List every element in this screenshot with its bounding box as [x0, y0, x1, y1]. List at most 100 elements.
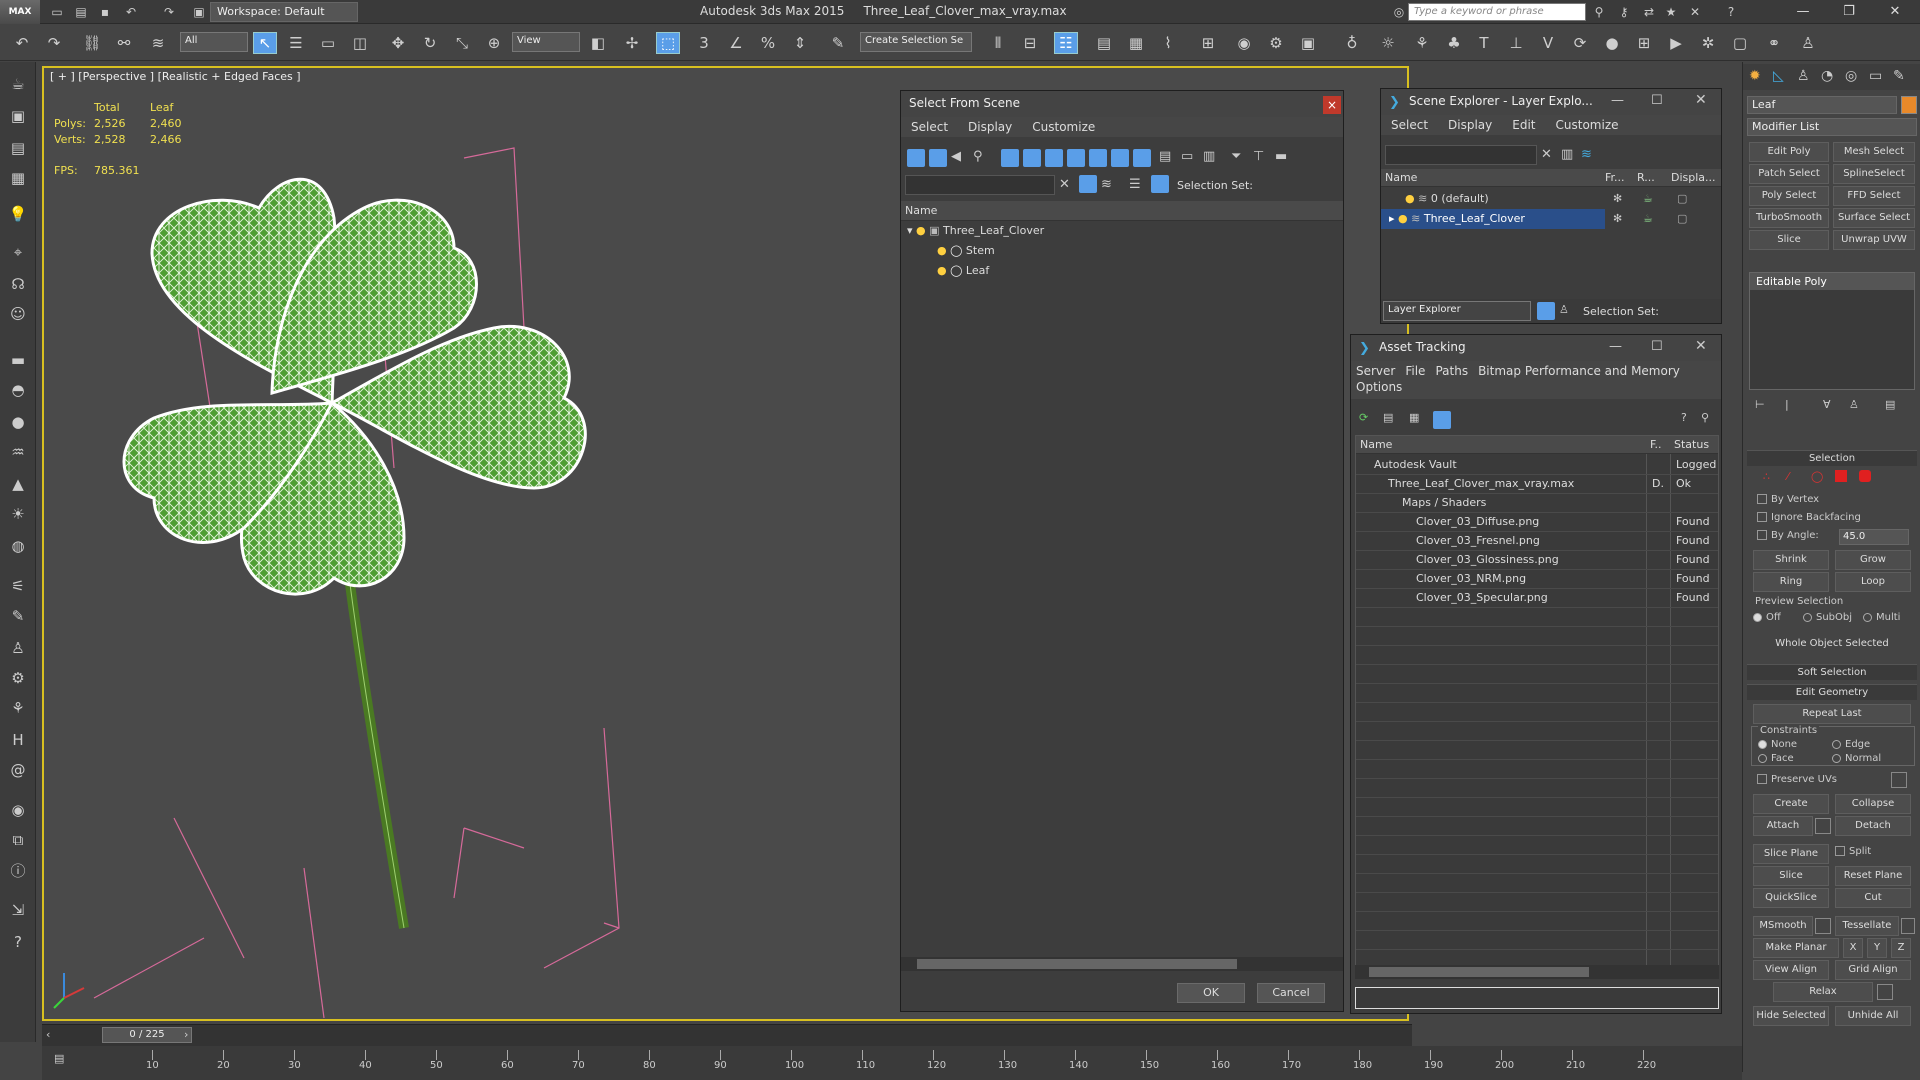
selection-filter-dropdown[interactable]: All: [180, 32, 248, 52]
asset-row[interactable]: Maps / Shaders: [1356, 494, 1718, 513]
preview-off-radio[interactable]: Off: [1753, 612, 1781, 623]
slice-button[interactable]: Slice: [1753, 866, 1829, 886]
hierarchy-icon[interactable]: ♙: [1559, 303, 1569, 316]
menu-customize[interactable]: Customize: [1022, 117, 1105, 137]
loop-button[interactable]: Loop: [1835, 572, 1911, 592]
layer-filter-icon[interactable]: ≋: [1581, 147, 1592, 162]
link-icon[interactable]: ⛓: [80, 32, 104, 54]
people-icon[interactable]: ☺: [6, 302, 30, 326]
window-crossing-icon[interactable]: ◫: [348, 32, 372, 54]
selection-rollout-header[interactable]: Selection: [1747, 450, 1917, 466]
display-tab-icon[interactable]: ◎: [1845, 68, 1857, 84]
display-lights-icon[interactable]: ◀: [951, 149, 961, 164]
surface-select-button[interactable]: Surface Select: [1833, 208, 1915, 228]
preserve-uvs-checkbox[interactable]: Preserve UVs: [1757, 774, 1837, 785]
column-status[interactable]: Status: [1674, 438, 1709, 451]
rectangular-selection-icon[interactable]: ▭: [316, 32, 340, 54]
list-view-icon[interactable]: ▤: [1383, 411, 1393, 424]
grid-icon[interactable]: ⊞: [1632, 32, 1656, 54]
tree-item-leaf[interactable]: ● ◯ Leaf: [901, 261, 1343, 281]
mirror-icon[interactable]: ⫴: [986, 32, 1010, 54]
question-icon[interactable]: ?: [6, 930, 30, 954]
column-name[interactable]: Name: [1385, 171, 1417, 184]
column-frozen[interactable]: Fr...: [1605, 171, 1625, 184]
material-editor-icon[interactable]: ◉: [1232, 32, 1256, 54]
display-xrefs-icon[interactable]: [1067, 149, 1085, 167]
planar-x-button[interactable]: X: [1843, 938, 1863, 958]
collapse-button[interactable]: Collapse: [1835, 794, 1911, 814]
scene-explorer-icon[interactable]: ☷: [1054, 32, 1078, 54]
help-icon[interactable]: ?: [1681, 411, 1687, 424]
render-teapot-icon[interactable]: ☕: [1643, 192, 1653, 205]
make-planar-button[interactable]: Make Planar: [1753, 938, 1839, 958]
display-invert-icon[interactable]: ▥: [1203, 149, 1215, 164]
grass-icon[interactable]: ⚘: [6, 696, 30, 720]
repeat-last-button[interactable]: Repeat Last: [1753, 704, 1911, 724]
angle-snap-icon[interactable]: ∠: [724, 32, 748, 54]
relax-settings-icon[interactable]: [1877, 984, 1893, 1000]
sunlight-icon[interactable]: ☀: [6, 502, 30, 526]
ignore-backfacing-checkbox[interactable]: Ignore Backfacing: [1757, 512, 1861, 523]
sphere-icon[interactable]: ●: [1600, 32, 1624, 54]
close-button[interactable]: ✕: [1880, 2, 1910, 22]
unhide-all-button[interactable]: Unhide All: [1835, 1006, 1911, 1026]
menu-file[interactable]: File: [1400, 363, 1430, 379]
layer-row-default[interactable]: ● ≋ 0 (default) ✻ ☕ ▢: [1381, 189, 1721, 209]
select-manipulate-icon[interactable]: ✢: [620, 32, 644, 54]
app-logo[interactable]: MAX: [0, 0, 40, 24]
constraint-normal-radio[interactable]: Normal: [1832, 753, 1881, 764]
frame-counter[interactable]: 0 / 225: [102, 1027, 192, 1043]
wrench-icon[interactable]: ✎: [1893, 68, 1905, 84]
undo-icon[interactable]: ↶: [10, 32, 34, 54]
display-cameras-icon[interactable]: ⚲: [973, 149, 983, 164]
quickslice-button[interactable]: QuickSlice: [1753, 888, 1829, 908]
ok-button[interactable]: OK: [1177, 983, 1245, 1003]
cone-icon[interactable]: ▲: [6, 472, 30, 496]
pin-icon[interactable]: ⚲: [1701, 411, 1709, 424]
modify-tab-icon[interactable]: ◺: [1773, 68, 1784, 84]
bulb-icon[interactable]: ♙: [1796, 32, 1820, 54]
ring-button[interactable]: Ring: [1753, 572, 1829, 592]
asset-horizontal-scrollbar[interactable]: [1355, 965, 1719, 979]
redo-icon[interactable]: ↷: [160, 3, 178, 21]
tessellate-settings-icon[interactable]: [1901, 918, 1915, 934]
layer-filter-icon[interactable]: ≋: [1101, 177, 1112, 192]
table-icon[interactable]: ▦: [6, 166, 30, 190]
search-field[interactable]: [905, 175, 1055, 195]
attach-list-icon[interactable]: [1815, 818, 1831, 834]
configure-sets-icon[interactable]: ▤: [1885, 398, 1895, 411]
maximize-icon[interactable]: ☐: [1651, 93, 1663, 108]
prev-frame-icon[interactable]: ‹: [46, 1028, 50, 1041]
export-icon[interactable]: ⇲: [6, 898, 30, 922]
element-icon[interactable]: [1859, 470, 1871, 482]
unwrap-uvw-button[interactable]: Unwrap UVW: [1833, 230, 1915, 250]
display-all-icon[interactable]: ▤: [1159, 149, 1171, 164]
schematic-view-icon[interactable]: ⊞: [1196, 32, 1220, 54]
display-shapes-icon[interactable]: [929, 149, 947, 167]
named-selection-dropdown[interactable]: Create Selection Se: [860, 32, 972, 52]
menu-customize[interactable]: Customize: [1546, 115, 1629, 135]
refresh-icon[interactable]: ⟳: [1359, 411, 1368, 424]
freeze-icon[interactable]: ✻: [1613, 192, 1622, 205]
open-file-icon[interactable]: ▤: [72, 3, 90, 21]
clear-search-icon[interactable]: ✕: [1059, 177, 1070, 192]
stack-item-editable-poly[interactable]: Editable Poly: [1750, 273, 1914, 290]
angle-spinner[interactable]: 45.0: [1839, 529, 1909, 545]
sheet-icon[interactable]: ▤: [6, 136, 30, 160]
restore-button[interactable]: ❐: [1834, 2, 1864, 22]
hide-selected-button[interactable]: Hide Selected: [1753, 1006, 1829, 1026]
display-spacewarps-icon[interactable]: [1023, 149, 1041, 167]
display-helpers-icon[interactable]: [1001, 149, 1019, 167]
menu-select[interactable]: Select: [1381, 115, 1438, 135]
grid-align-button[interactable]: Grid Align: [1835, 960, 1911, 980]
msmooth-button[interactable]: MSmooth: [1753, 916, 1813, 936]
cut-button[interactable]: Cut: [1835, 888, 1911, 908]
close-icon[interactable]: ✕: [1695, 338, 1707, 354]
table-view-icon[interactable]: ▦: [1409, 411, 1419, 424]
render-teapot-icon[interactable]: ☕: [1643, 212, 1653, 225]
menu-display[interactable]: Display: [1438, 115, 1502, 135]
soft-selection-rollout-header[interactable]: Soft Selection: [1747, 664, 1917, 680]
teapot-icon[interactable]: ☕: [6, 72, 30, 96]
grid-view-icon[interactable]: [1433, 411, 1451, 429]
redo-icon[interactable]: ↷: [42, 32, 66, 54]
